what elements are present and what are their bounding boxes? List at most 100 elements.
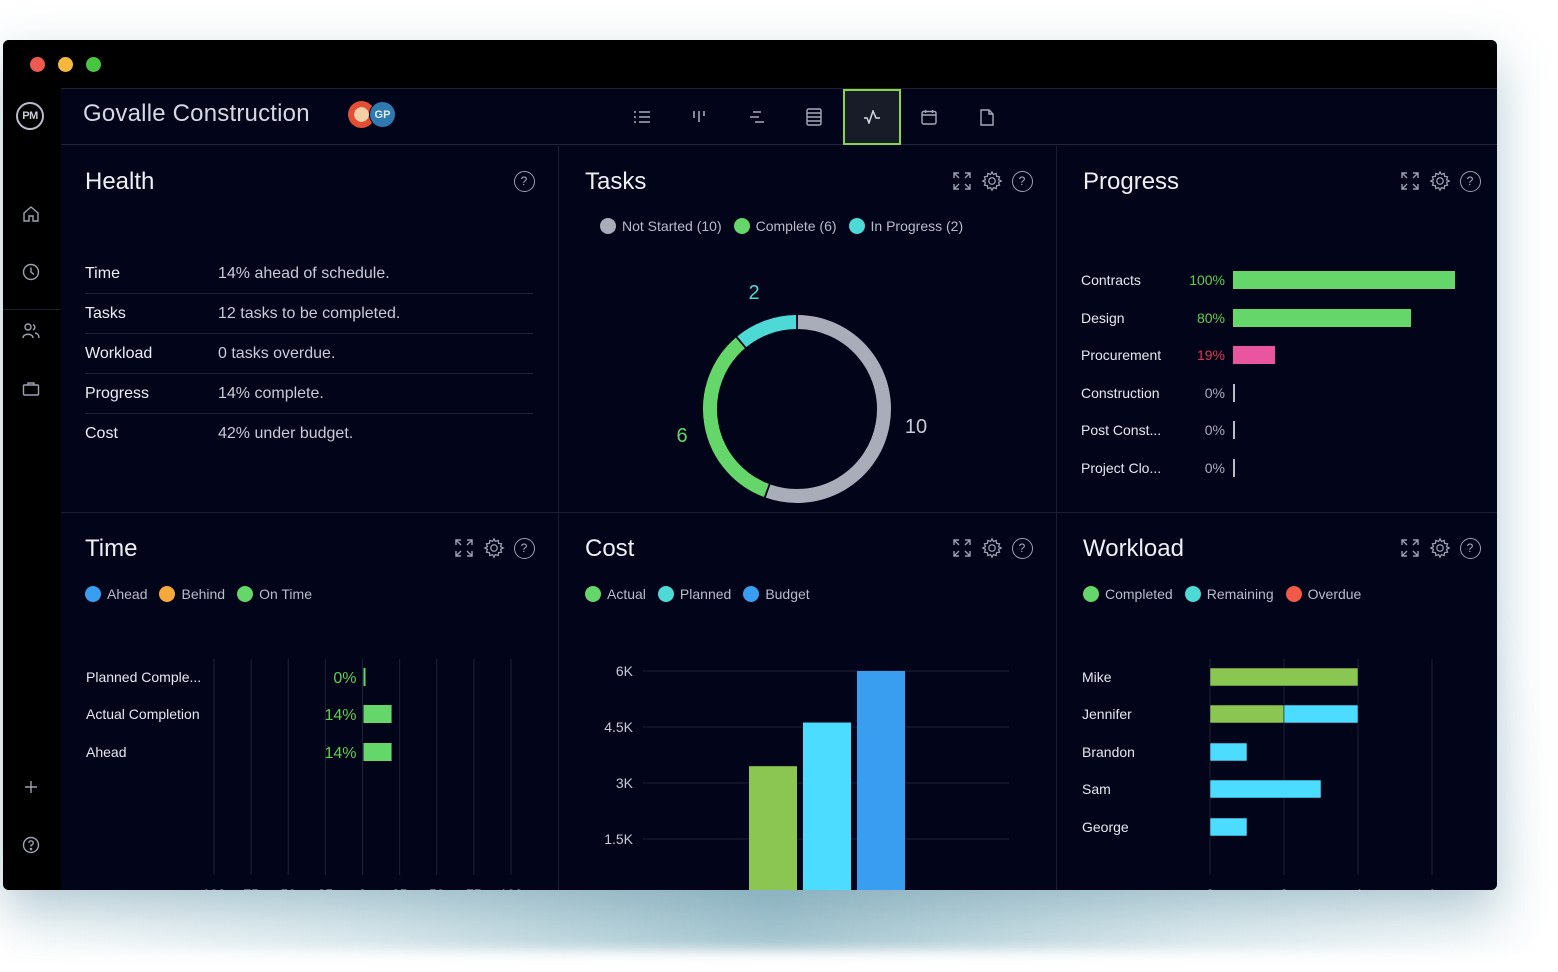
progress-bar-empty <box>1233 421 1235 439</box>
home-icon[interactable] <box>20 203 42 225</box>
health-row-label: Cost <box>85 425 118 442</box>
sheet-icon <box>806 108 822 126</box>
list-view-button[interactable] <box>613 89 671 145</box>
gantt-view-button[interactable] <box>728 89 786 145</box>
maximize-window-button[interactable] <box>86 57 101 72</box>
project-members[interactable]: GP <box>348 101 398 129</box>
health-row-workload: Workload 0 tasks overdue. <box>85 334 533 374</box>
x-tick-label: 75 <box>243 886 259 890</box>
progress-row: Procurement 19% <box>1081 345 1276 365</box>
progress-panel: Progress ? Contracts 100% Design 80% Procure… <box>1057 146 1497 512</box>
team-icon[interactable] <box>20 320 42 342</box>
tasks-donut-chart: 10 6 2 <box>676 282 927 503</box>
cost-chart: $0 1.5K 3K 4.5K 6K <box>604 663 1009 890</box>
close-window-button[interactable] <box>30 57 45 72</box>
progress-bar-empty <box>1233 458 1235 477</box>
time-bar[interactable] <box>363 743 392 761</box>
cost-bar-budget[interactable] <box>857 671 905 890</box>
dashboard-view-button[interactable] <box>843 89 901 145</box>
workload-bar-remaining[interactable] <box>1209 779 1322 799</box>
x-tick-label: 50 <box>280 886 296 890</box>
category-label: Planned Comple... <box>86 669 201 685</box>
pm-logo[interactable]: PM <box>16 102 44 130</box>
app-window: PM Govalle Construction GP Health ? Time… <box>3 40 1497 890</box>
person-label: Jennifer <box>1082 706 1132 722</box>
donut-slice-not-started[interactable] <box>765 315 891 503</box>
add-icon[interactable] <box>20 776 42 798</box>
minimize-window-button[interactable] <box>58 57 73 72</box>
workload-bar-completed[interactable] <box>1209 704 1285 724</box>
sidebar-divider <box>3 309 61 310</box>
category-label: Actual Completion <box>86 706 200 722</box>
progress-row-percent: 100% <box>1189 272 1225 288</box>
progress-row-percent: 0% <box>1204 384 1225 401</box>
category-label: Ahead <box>86 744 126 760</box>
person-label: George <box>1082 819 1129 835</box>
workload-bar-remaining[interactable] <box>1209 742 1248 762</box>
health-row-value: 14% complete. <box>218 384 324 402</box>
x-tick-label: 0 <box>359 886 367 890</box>
progress-row-label: Post Const... <box>1081 422 1162 438</box>
donut-slice-in-progress[interactable] <box>737 315 797 348</box>
progress-row: Construction 0% <box>1081 383 1235 403</box>
time-panel: Time ? AheadBehindOn Time 10075502502550… <box>61 513 558 890</box>
progress-row-label: Procurement <box>1081 347 1162 363</box>
x-tick-label: 0 <box>1206 886 1214 890</box>
workload-bar-completed[interactable] <box>1209 667 1359 687</box>
calendar-view-button[interactable] <box>901 89 959 145</box>
progress-row: Post Const... 0% <box>1081 420 1235 440</box>
donut-data-label: 6 <box>676 425 687 447</box>
progress-settings-button[interactable] <box>1429 170 1451 192</box>
x-tick-label: 4 <box>1354 886 1362 890</box>
board-view-button[interactable] <box>671 89 729 145</box>
person-label: Mike <box>1082 669 1112 685</box>
portfolio-icon[interactable] <box>20 378 42 400</box>
project-title: Govalle Construction <box>83 100 310 127</box>
sheet-view-button[interactable] <box>786 89 844 145</box>
progress-row-label: Construction <box>1081 384 1160 401</box>
cost-bar-planned[interactable] <box>803 722 851 890</box>
x-tick-label: 6 <box>1428 886 1436 890</box>
progress-row: Design 80% <box>1081 308 1411 328</box>
files-view-button[interactable] <box>958 89 1016 145</box>
x-tick-label: 75 <box>466 886 482 890</box>
health-row-cost: Cost 42% under budget. <box>85 414 533 454</box>
help-icon[interactable] <box>20 834 42 856</box>
y-tick-label: 3K <box>616 775 634 791</box>
health-help-button[interactable]: ? <box>513 170 535 192</box>
health-row-value: 42% under budget. <box>218 425 354 442</box>
donut-slice-complete[interactable] <box>703 337 769 497</box>
member-avatar-initials[interactable]: GP <box>369 101 396 128</box>
gantt-icon <box>749 111 764 123</box>
progress-bar <box>1233 346 1276 364</box>
cost-bar-actual[interactable] <box>749 766 797 890</box>
data-label: 0% <box>333 670 356 687</box>
x-tick-label: 2 <box>1280 886 1288 890</box>
health-row-value: 12 tasks to be completed. <box>218 304 401 322</box>
progress-help-button[interactable]: ? <box>1459 170 1481 192</box>
progress-row-label: Design <box>1081 309 1125 326</box>
y-tick-label: 6K <box>616 663 634 679</box>
progress-row: Contracts 100% <box>1081 270 1455 290</box>
progress-row-percent: 19% <box>1196 347 1225 363</box>
board-icon <box>693 111 706 122</box>
progress-row-label: Contracts <box>1081 272 1141 288</box>
x-tick-label: 25 <box>318 886 334 890</box>
health-row-label: Tasks <box>85 304 126 322</box>
clock-icon[interactable] <box>20 261 42 283</box>
sidebar: PM <box>3 88 61 890</box>
x-tick-label: 100 <box>499 886 523 890</box>
health-row-tasks: Tasks 12 tasks to be completed. <box>85 294 533 334</box>
workload-bar-remaining[interactable] <box>1283 704 1359 724</box>
person-label: Sam <box>1082 781 1111 797</box>
x-tick-label: 50 <box>429 886 445 890</box>
time-bar[interactable] <box>363 705 392 723</box>
progress-expand-button[interactable] <box>1399 170 1421 192</box>
x-tick-label: 25 <box>392 886 408 890</box>
health-row-label: Progress <box>85 384 150 402</box>
dashboard-pulse-icon <box>863 110 880 124</box>
time-bar[interactable] <box>363 668 366 686</box>
workload-bar-remaining[interactable] <box>1209 817 1248 837</box>
calendar-icon <box>921 110 937 125</box>
person-label: Brandon <box>1082 744 1135 760</box>
